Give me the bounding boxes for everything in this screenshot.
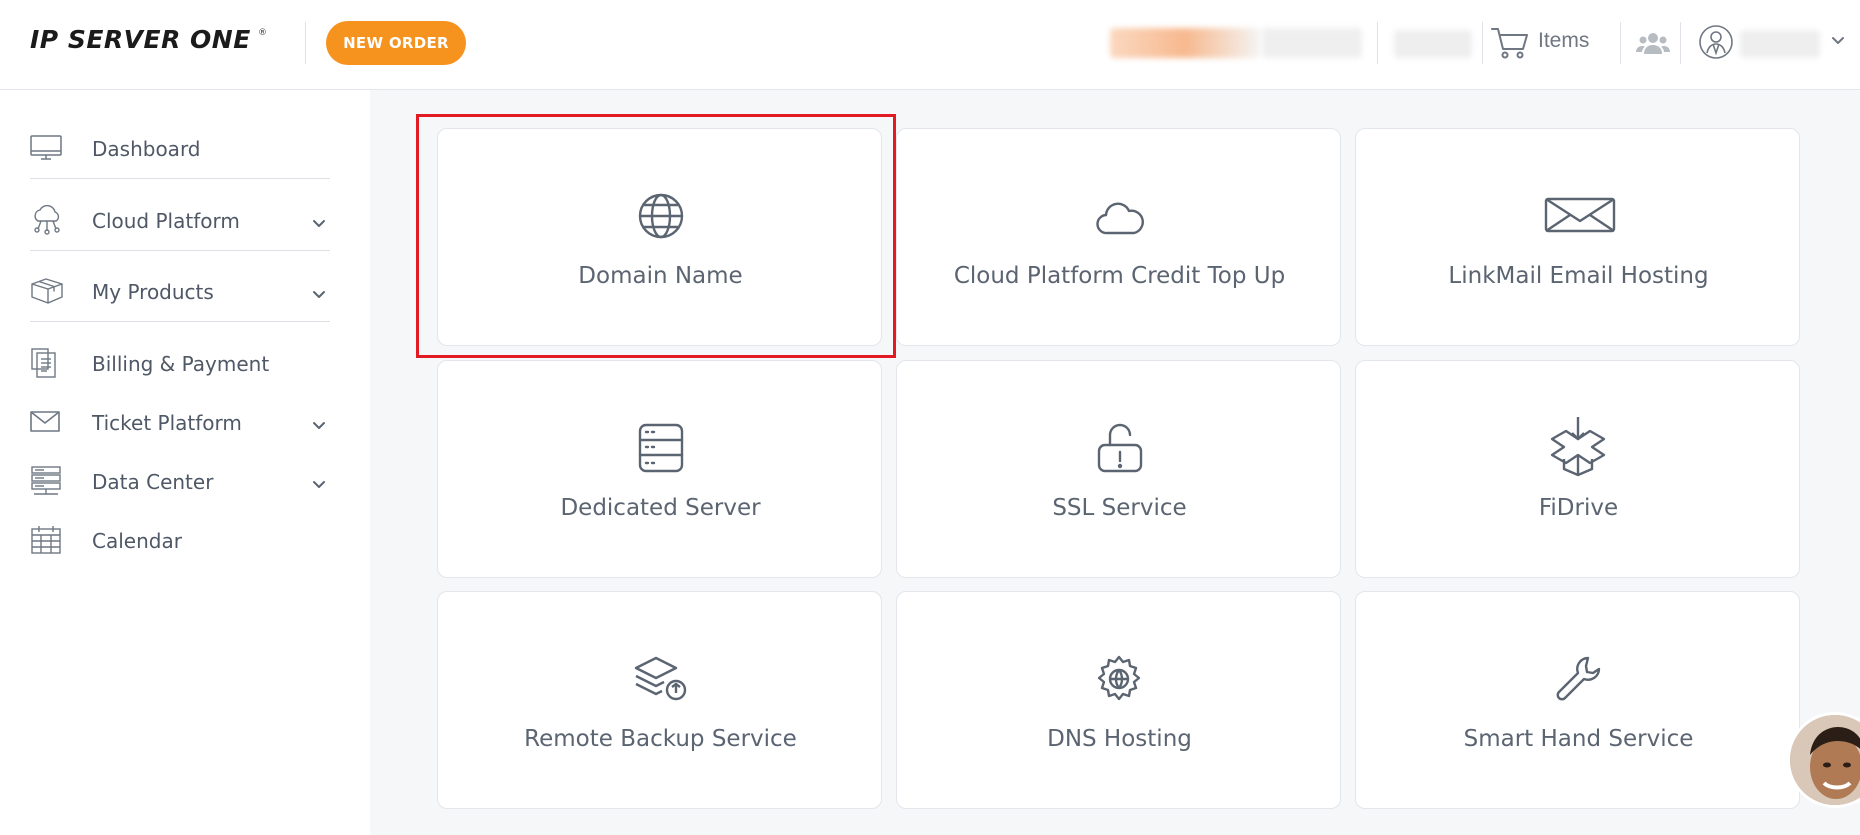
cart-icon[interactable] (1490, 25, 1530, 61)
sidebar-item-label: Dashboard (92, 137, 201, 161)
header-divider (1377, 22, 1378, 64)
header-divider (1620, 22, 1621, 64)
product-card-label: Domain Name (578, 263, 743, 289)
sidebar-item-label: Data Center (92, 470, 214, 494)
product-card-cloud-credit-top-up[interactable]: Cloud Platform Credit Top Up (896, 128, 1341, 346)
header-divider (305, 22, 306, 64)
cloud-network-icon (34, 205, 60, 235)
sidebar-item-ticket-platform[interactable]: Ticket Platform (30, 393, 330, 453)
sidebar-item-data-center[interactable]: Data Center (30, 452, 330, 512)
sidebar-item-label: Ticket Platform (92, 411, 242, 435)
globe-icon (638, 193, 684, 239)
product-card-label: Smart Hand Service (1463, 726, 1694, 752)
new-order-button[interactable]: NEW ORDER (326, 21, 466, 65)
product-card-label: FiDrive (1538, 495, 1619, 521)
monitor-icon (30, 135, 62, 160)
unlock-icon (1097, 423, 1143, 473)
sidebar-item-dashboard[interactable]: Dashboard (30, 119, 330, 179)
invoice-icon (31, 348, 56, 378)
envelope-icon (30, 411, 60, 432)
chevron-down-icon[interactable] (312, 419, 326, 433)
blurred-currency (1394, 30, 1472, 58)
ipserverone-logo[interactable]: IP SERVER ONE ® (30, 25, 267, 55)
header-divider (1680, 22, 1681, 64)
chevron-down-icon[interactable] (312, 217, 326, 231)
wrench-icon (1556, 656, 1601, 701)
top-header: IP SERVER ONE ® NEW ORDER Items (0, 0, 1860, 90)
calendar-icon (31, 526, 61, 554)
main-content: Domain Name Cloud Platform Credit Top Up… (370, 90, 1860, 835)
gear-globe-icon (1097, 655, 1141, 701)
sidebar-item-my-products[interactable]: My Products (30, 262, 330, 322)
logo-text: IP SERVER ONE (30, 25, 251, 54)
product-card-label: Dedicated Server (560, 495, 761, 521)
sidebar-item-label: Billing & Payment (92, 352, 270, 376)
mail-icon (1544, 197, 1616, 233)
product-card-ssl-service[interactable]: SSL Service (896, 360, 1341, 578)
sidebar: Dashboard Cloud Platform My Products Bil… (0, 90, 370, 835)
product-card-dedicated-server[interactable]: Dedicated Server (437, 360, 882, 578)
sidebar-item-cloud-platform[interactable]: Cloud Platform (30, 191, 330, 251)
avatar-face-icon (1790, 715, 1860, 805)
sidebar-item-label: My Products (92, 280, 214, 304)
server-rack-icon (31, 466, 61, 495)
server-icon (638, 423, 684, 473)
sidebar-item-billing-payment[interactable]: Billing & Payment (30, 334, 330, 394)
sidebar-item-calendar[interactable]: Calendar (30, 511, 330, 571)
blurred-balance (1110, 28, 1260, 58)
product-card-fidrive[interactable]: FiDrive (1355, 360, 1800, 578)
cloud-icon (1096, 202, 1144, 235)
box-icon (31, 278, 63, 304)
product-card-label: Remote Backup Service (524, 726, 797, 752)
product-card-domain-name[interactable]: Domain Name (437, 128, 882, 346)
chevron-down-icon[interactable] (312, 478, 326, 492)
product-card-remote-backup-service[interactable]: Remote Backup Service (437, 591, 882, 809)
product-card-dns-hosting[interactable]: DNS Hosting (896, 591, 1341, 809)
backup-layers-icon (634, 656, 687, 701)
product-card-label: LinkMail Email Hosting (1448, 263, 1709, 289)
product-card-label: DNS Hosting (1047, 726, 1192, 752)
product-card-smart-hand-service[interactable]: Smart Hand Service (1355, 591, 1800, 809)
users-group-icon[interactable] (1636, 28, 1670, 58)
sidebar-item-label: Cloud Platform (92, 209, 240, 233)
product-card-linkmail-email-hosting[interactable]: LinkMail Email Hosting (1355, 128, 1800, 346)
blurred-info (1262, 28, 1362, 58)
product-card-label: Cloud Platform Credit Top Up (953, 263, 1286, 289)
header-divider (1482, 22, 1483, 64)
chevron-down-icon[interactable] (1830, 33, 1846, 49)
product-card-label: SSL Service (1052, 495, 1187, 521)
cart-items-label[interactable]: Items (1538, 29, 1589, 53)
blurred-username (1740, 30, 1820, 58)
chevron-down-icon[interactable] (312, 288, 326, 302)
sidebar-item-label: Calendar (92, 529, 182, 553)
drive-box-icon (1550, 417, 1606, 477)
logo-registered-mark: ® (258, 28, 267, 38)
user-profile-icon[interactable] (1698, 24, 1734, 60)
